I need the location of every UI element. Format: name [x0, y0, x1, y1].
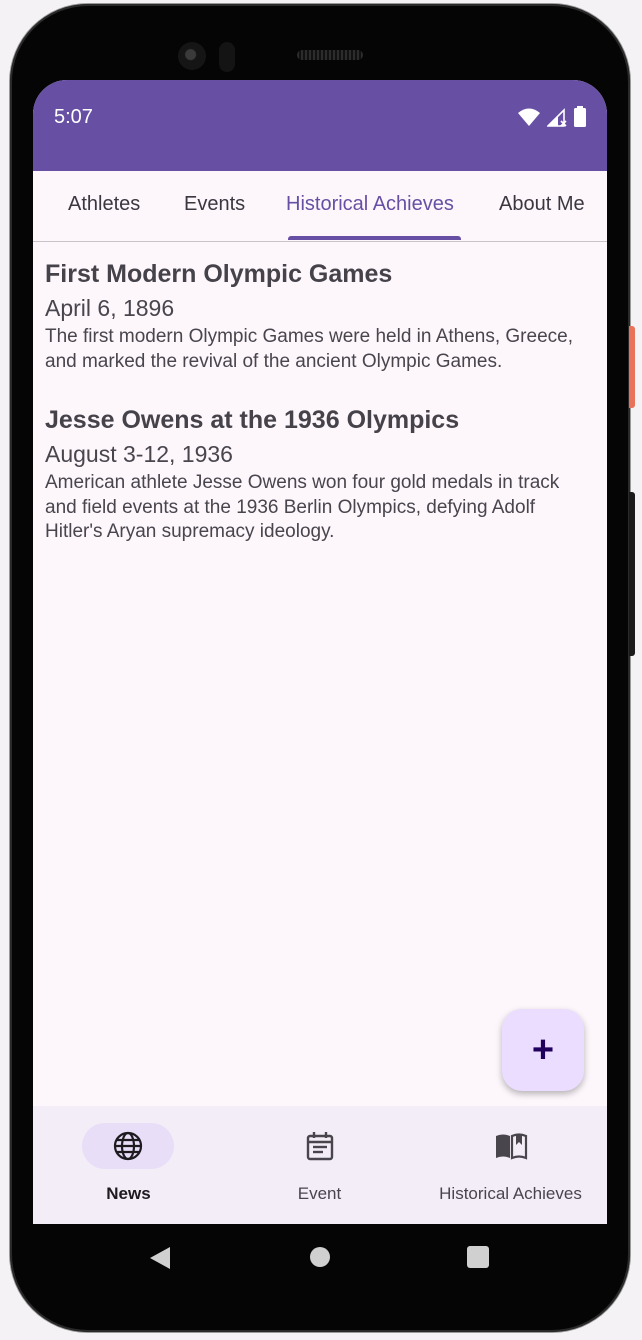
nav-pill — [465, 1123, 557, 1169]
achievement-description: The first modern Olympic Games were held… — [45, 326, 573, 372]
battery-icon — [574, 106, 586, 127]
front-camera — [178, 42, 206, 70]
tab-about-me[interactable]: About Me — [499, 193, 585, 216]
nav-item-historical-achieves[interactable]: Historical Achieves — [415, 1106, 606, 1224]
back-icon[interactable] — [148, 1246, 172, 1270]
nav-pill — [274, 1123, 366, 1169]
wifi-icon — [518, 108, 540, 126]
list-item[interactable]: Jesse Owens at the 1936 Olympics August … — [45, 402, 590, 545]
nav-item-news[interactable]: News — [33, 1106, 224, 1224]
achievement-date: August 3-12, 1936 — [45, 441, 233, 467]
nav-active-pill — [82, 1123, 174, 1169]
nav-label-event: Event — [297, 1184, 342, 1203]
status-time: 5:07 — [54, 106, 93, 128]
volume-button — [629, 492, 635, 656]
earpiece-speaker — [297, 50, 363, 60]
nav-label-historical-achieves: Historical Achieves — [439, 1184, 582, 1203]
system-navigation-bar — [33, 1224, 607, 1292]
active-tab-indicator — [288, 236, 461, 240]
achievement-description: American athlete Jesse Owens won four go… — [45, 472, 560, 542]
achievement-date: April 6, 1896 — [45, 295, 175, 321]
top-tab-bar: Athletes Events Historical Achieves Abou… — [33, 171, 607, 242]
achievement-title: First Modern Olympic Games — [45, 260, 393, 288]
achievement-title: Jesse Owens at the 1936 Olympics — [45, 406, 460, 434]
power-button — [629, 326, 635, 408]
globe-icon — [113, 1131, 143, 1161]
plus-icon: + — [531, 1029, 555, 1071]
book-icon — [496, 1133, 528, 1160]
app-screen: 5:07 Athletes Events Historical Achieves… — [33, 80, 607, 1224]
achievements-list: First Modern Olympic Games April 6, 1896… — [45, 256, 590, 573]
status-icons — [517, 106, 587, 128]
add-button[interactable]: + — [502, 1009, 584, 1091]
tab-historical-achieves[interactable]: Historical Achieves — [286, 193, 454, 216]
nav-label-news: News — [106, 1184, 151, 1203]
list-item[interactable]: First Modern Olympic Games April 6, 1896… — [45, 256, 590, 374]
home-icon[interactable] — [309, 1246, 331, 1268]
calendar-icon — [306, 1132, 334, 1161]
cell-signal-icon — [547, 108, 567, 127]
tab-events[interactable]: Events — [184, 193, 245, 216]
tab-athletes[interactable]: Athletes — [68, 193, 140, 216]
recents-icon[interactable] — [467, 1246, 489, 1268]
status-bar: 5:07 — [33, 80, 607, 171]
proximity-sensor — [219, 42, 235, 72]
nav-item-event[interactable]: Event — [224, 1106, 415, 1224]
bottom-navigation-bar: News Event Historical Achieves — [33, 1106, 607, 1224]
